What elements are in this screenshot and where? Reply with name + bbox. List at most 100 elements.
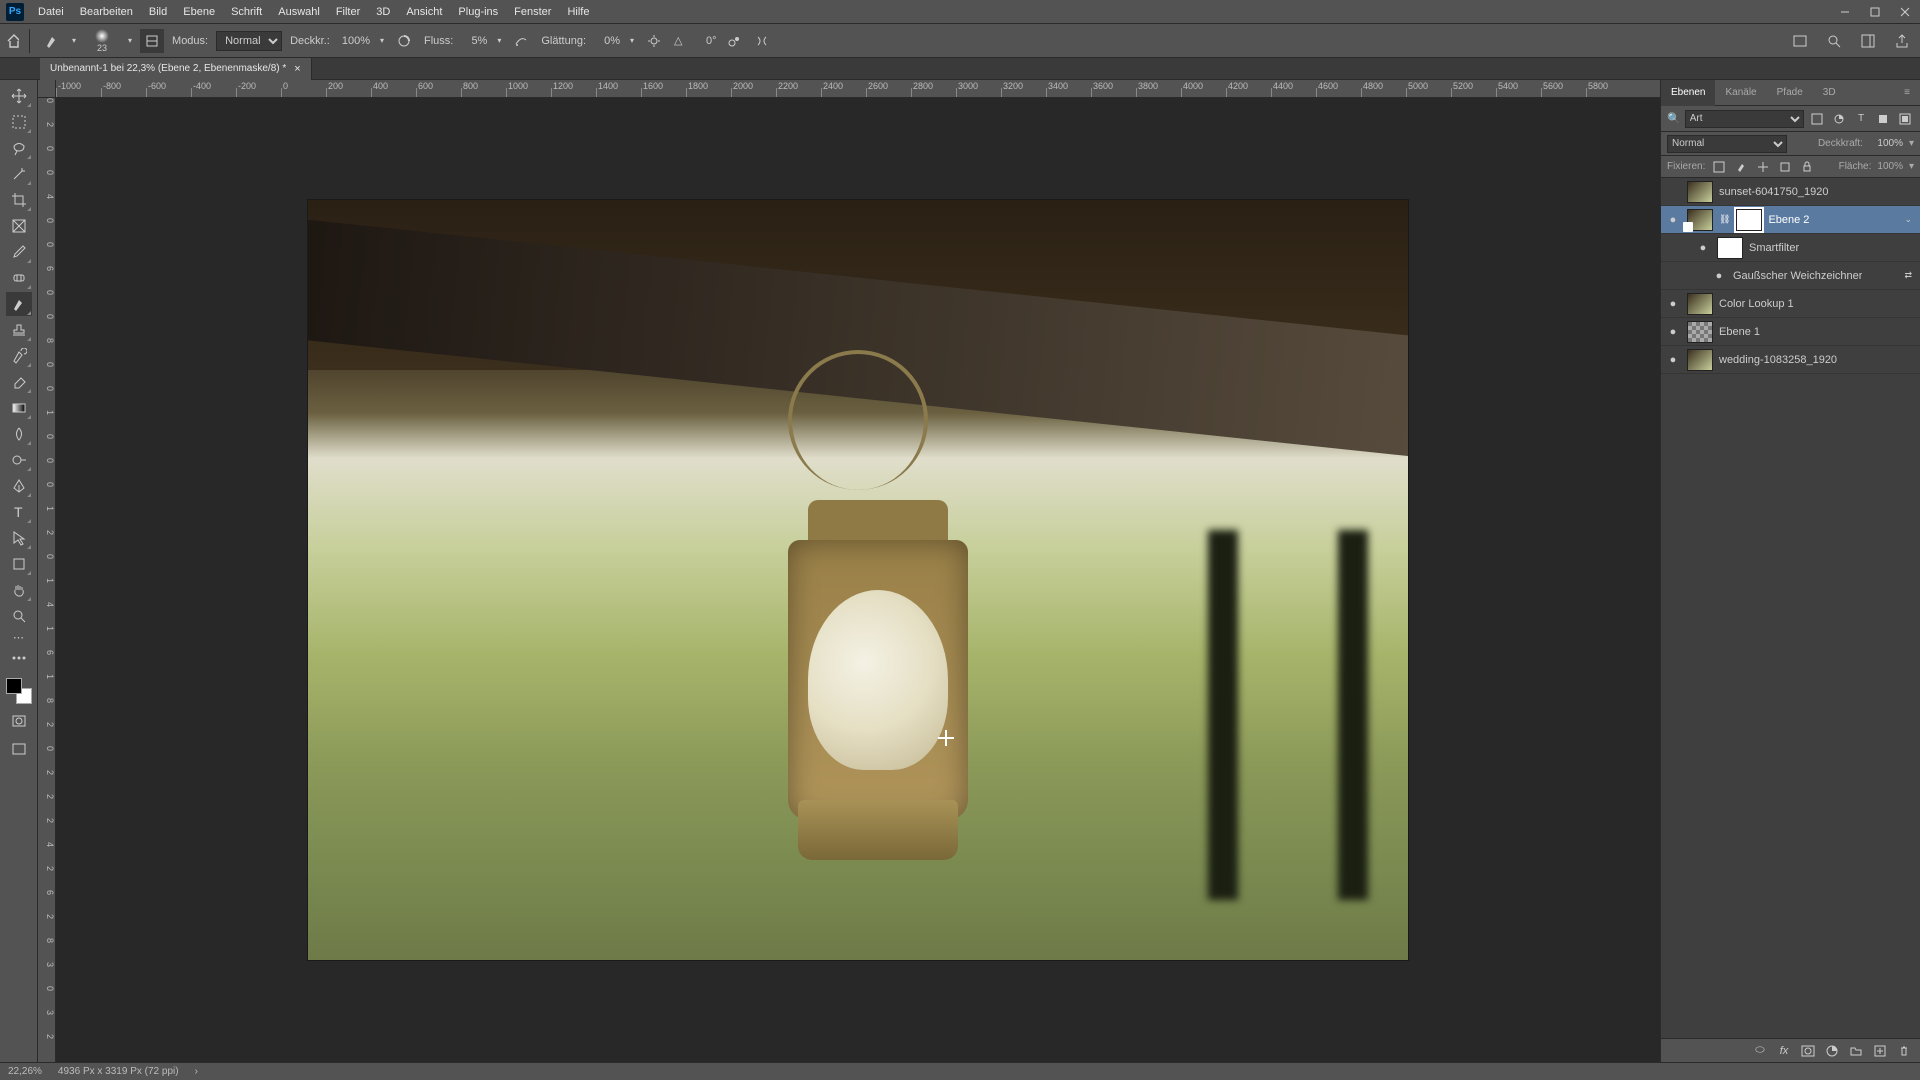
visibility-toggle-icon[interactable]: ●: [1665, 214, 1681, 226]
foreground-color-swatch[interactable]: [6, 678, 22, 694]
flow-chevron-icon[interactable]: ▾: [493, 36, 505, 45]
wand-tool[interactable]: [6, 162, 32, 186]
gradient-tool[interactable]: [6, 396, 32, 420]
layer-name[interactable]: Smartfilter: [1749, 242, 1799, 254]
filter-shape-icon[interactable]: [1874, 110, 1892, 128]
layer-row[interactable]: ● Ebene 1: [1661, 318, 1920, 346]
document-info[interactable]: 4936 Px x 3319 Px (72 ppi): [58, 1066, 179, 1077]
lasso-tool[interactable]: [6, 136, 32, 160]
path-select-tool[interactable]: [6, 526, 32, 550]
brush-chevron-icon[interactable]: ▾: [124, 36, 136, 45]
eyedropper-tool[interactable]: [6, 240, 32, 264]
brush-panel-toggle-icon[interactable]: [140, 29, 164, 53]
filter-adjust-icon[interactable]: [1830, 110, 1848, 128]
panel-menu-icon[interactable]: ≡: [1894, 80, 1920, 106]
layer-blend-select[interactable]: Normal: [1667, 135, 1787, 153]
menu-plugins[interactable]: Plug-ins: [450, 0, 506, 24]
menu-filter[interactable]: Filter: [328, 0, 368, 24]
layer-thumbnail[interactable]: [1687, 293, 1713, 315]
layer-opacity-value[interactable]: 100%: [1869, 138, 1903, 149]
menu-fenster[interactable]: Fenster: [506, 0, 559, 24]
share-icon[interactable]: [1890, 29, 1914, 53]
layer-row[interactable]: ●Color Lookup 1: [1661, 290, 1920, 318]
document-viewport[interactable]: [56, 98, 1660, 1062]
tab-pfade[interactable]: Pfade: [1767, 80, 1813, 106]
current-tool-icon[interactable]: [40, 29, 64, 53]
flow-value[interactable]: 5%: [461, 35, 489, 47]
lock-position-icon[interactable]: [1755, 159, 1771, 175]
layer-name[interactable]: Gaußscher Weichzeichner: [1733, 270, 1862, 282]
adjustment-layer-icon[interactable]: [1824, 1043, 1840, 1059]
visibility-toggle-icon[interactable]: ●: [1695, 242, 1711, 254]
layer-name[interactable]: Ebene 2: [1768, 214, 1809, 226]
new-layer-icon[interactable]: [1872, 1043, 1888, 1059]
document-canvas[interactable]: [308, 200, 1408, 960]
angle-value[interactable]: 0°: [690, 35, 718, 47]
crop-tool[interactable]: [6, 188, 32, 212]
stamp-tool[interactable]: [6, 318, 32, 342]
visibility-toggle-icon[interactable]: ●: [1665, 326, 1681, 338]
dodge-tool[interactable]: [6, 448, 32, 472]
info-chevron-icon[interactable]: ›: [195, 1066, 198, 1077]
smoothing-value[interactable]: 0%: [594, 35, 622, 47]
horizontal-ruler[interactable]: -1000-800-600-400-2000200400600800100012…: [56, 80, 1660, 98]
symmetry-icon[interactable]: [750, 29, 774, 53]
menu-bild[interactable]: Bild: [141, 0, 175, 24]
opacity-chevron-icon[interactable]: ▾: [376, 36, 388, 45]
layer-row[interactable]: ● Smartfilter: [1661, 234, 1920, 262]
lock-all-icon[interactable]: [1799, 159, 1815, 175]
menu-bearbeiten[interactable]: Bearbeiten: [72, 0, 141, 24]
layer-name[interactable]: Ebene 1: [1719, 326, 1760, 338]
type-tool[interactable]: T: [6, 500, 32, 524]
cloud-doc-icon[interactable]: [1788, 29, 1812, 53]
document-tab[interactable]: Unbenannt-1 bei 22,3% (Ebene 2, Ebenenma…: [40, 58, 312, 80]
workspace-icon[interactable]: [1856, 29, 1880, 53]
pen-tool[interactable]: [6, 474, 32, 498]
layer-fx-indicator-icon[interactable]: ⇄: [1904, 270, 1916, 281]
pressure-size-icon[interactable]: [722, 29, 746, 53]
maximize-icon[interactable]: [1860, 0, 1890, 24]
delete-layer-icon[interactable]: [1896, 1043, 1912, 1059]
more-tools-icon[interactable]: ⋯: [6, 630, 32, 644]
chevron-down-icon[interactable]: ▾: [1909, 138, 1914, 149]
layer-thumbnail[interactable]: [1687, 209, 1713, 231]
eraser-tool[interactable]: [6, 370, 32, 394]
menu-auswahl[interactable]: Auswahl: [270, 0, 328, 24]
menu-3d[interactable]: 3D: [368, 0, 398, 24]
filter-image-icon[interactable]: [1808, 110, 1826, 128]
move-tool[interactable]: [6, 84, 32, 108]
tab-kanaele[interactable]: Kanäle: [1715, 80, 1766, 106]
layer-fx-indicator-icon[interactable]: ⌄: [1904, 214, 1916, 225]
filter-smart-icon[interactable]: [1896, 110, 1914, 128]
layer-filter-kind[interactable]: Art: [1685, 110, 1804, 128]
layer-thumbnail[interactable]: [1687, 181, 1713, 203]
visibility-toggle-icon[interactable]: ●: [1711, 270, 1727, 282]
layer-row[interactable]: ● Gaußscher Weichzeichner ⇄: [1661, 262, 1920, 290]
tab-ebenen[interactable]: Ebenen: [1661, 80, 1715, 106]
link-layers-icon[interactable]: ⬭: [1752, 1043, 1768, 1059]
edit-toolbar-icon[interactable]: [6, 646, 32, 670]
layer-thumbnail[interactable]: [1717, 237, 1743, 259]
home-button[interactable]: [6, 29, 30, 53]
smoothing-settings-icon[interactable]: [642, 29, 666, 53]
airbrush-icon[interactable]: [509, 29, 533, 53]
lock-transparency-icon[interactable]: [1711, 159, 1727, 175]
brush-preview[interactable]: 23: [84, 27, 120, 55]
layer-name[interactable]: sunset-6041750_1920: [1719, 186, 1828, 198]
quickmask-icon[interactable]: [6, 710, 32, 732]
color-swatches[interactable]: [6, 678, 32, 704]
vertical-ruler[interactable]: 0200400600800100012014161820222426283032: [38, 98, 56, 1062]
menu-hilfe[interactable]: Hilfe: [559, 0, 597, 24]
tab-3d[interactable]: 3D: [1813, 80, 1846, 106]
visibility-toggle-icon[interactable]: ●: [1665, 354, 1681, 366]
opacity-value[interactable]: 100%: [338, 35, 372, 47]
layer-row[interactable]: sunset-6041750_1920: [1661, 178, 1920, 206]
chevron-down-icon[interactable]: ▾: [1909, 161, 1914, 172]
smoothing-chevron-icon[interactable]: ▾: [626, 36, 638, 45]
layer-mask-thumbnail[interactable]: [1736, 209, 1762, 231]
layer-thumbnail[interactable]: [1687, 321, 1713, 343]
zoom-level[interactable]: 22,26%: [8, 1066, 42, 1077]
layer-thumbnail[interactable]: [1687, 349, 1713, 371]
minimize-icon[interactable]: [1830, 0, 1860, 24]
zoom-tool[interactable]: [6, 604, 32, 628]
